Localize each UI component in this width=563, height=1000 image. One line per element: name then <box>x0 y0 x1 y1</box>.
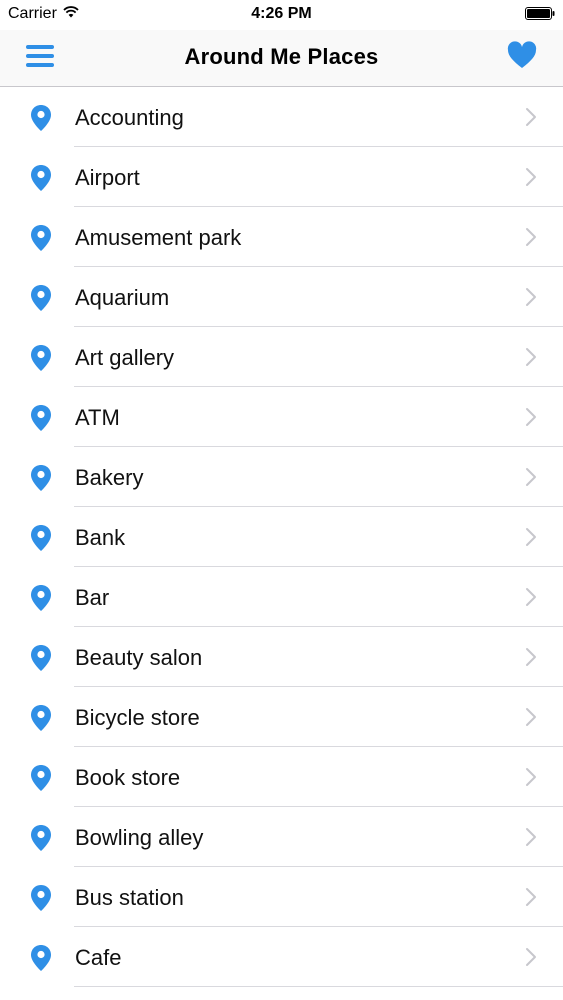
status-time: 4:26 PM <box>251 5 312 22</box>
map-pin-icon <box>30 644 52 672</box>
list-item[interactable]: Aquarium <box>0 267 563 327</box>
chevron-right-icon <box>525 707 537 727</box>
list-item[interactable]: Beauty salon <box>0 627 563 687</box>
heart-icon <box>507 41 537 68</box>
list-item[interactable]: Bus station <box>0 867 563 927</box>
map-pin-icon <box>30 104 52 132</box>
list-item[interactable]: Bowling alley <box>0 807 563 867</box>
list-item[interactable]: ATM <box>0 387 563 447</box>
chevron-right-icon <box>525 887 537 907</box>
list-item-label: ATM <box>75 405 120 430</box>
map-pin-icon <box>30 884 52 912</box>
map-pin-icon <box>30 164 52 192</box>
list-item-label: Bus station <box>75 885 184 910</box>
chevron-right-icon <box>525 167 537 187</box>
map-pin-icon <box>30 824 52 852</box>
chevron-right-icon <box>525 347 537 367</box>
list-item-label: Beauty salon <box>75 645 203 670</box>
places-list: Accounting Airport Amusement park Aquari… <box>0 87 563 987</box>
list-item-label: Bicycle store <box>75 705 200 730</box>
list-item-label: Airport <box>75 165 140 190</box>
map-pin-icon <box>30 224 52 252</box>
chevron-right-icon <box>525 467 537 487</box>
list-item-label: Bank <box>75 525 126 550</box>
list-item-label: Bar <box>75 585 110 610</box>
map-pin-icon <box>30 404 52 432</box>
chevron-right-icon <box>525 647 537 667</box>
map-pin-icon <box>30 524 52 552</box>
list-item[interactable]: Bank <box>0 507 563 567</box>
map-pin-icon <box>30 764 52 792</box>
list-item[interactable]: Airport <box>0 147 563 207</box>
list-item[interactable]: Book store <box>0 747 563 807</box>
chevron-right-icon <box>525 767 537 787</box>
list-item-label: Book store <box>75 765 181 790</box>
list-item-label: Bakery <box>75 465 144 490</box>
chevron-right-icon <box>525 407 537 427</box>
chevron-right-icon <box>525 827 537 847</box>
list-item-label: Art gallery <box>75 345 175 370</box>
map-pin-icon <box>30 284 52 312</box>
chevron-right-icon <box>525 227 537 247</box>
list-item[interactable]: Bicycle store <box>0 687 563 747</box>
list-item-label: Bowling alley <box>75 825 204 850</box>
map-pin-icon <box>30 704 52 732</box>
list-item-label: Cafe <box>75 945 122 970</box>
list-item-label: Aquarium <box>75 285 170 310</box>
chevron-right-icon <box>525 527 537 547</box>
page-title: Around Me Places <box>184 44 379 69</box>
battery-icon <box>525 7 555 20</box>
favorites-button[interactable] <box>507 41 537 71</box>
list-item[interactable]: Amusement park <box>0 207 563 267</box>
map-pin-icon <box>30 944 52 972</box>
navigation-bar: Around Me Places <box>0 30 563 87</box>
list-item[interactable]: Art gallery <box>0 327 563 387</box>
list-item-label: Amusement park <box>75 225 242 250</box>
chevron-right-icon <box>525 287 537 307</box>
list-item[interactable]: Bakery <box>0 447 563 507</box>
chevron-right-icon <box>525 947 537 967</box>
list-item[interactable]: Bar <box>0 567 563 627</box>
list-item-label: Accounting <box>75 105 184 130</box>
chevron-right-icon <box>525 107 537 127</box>
list-item[interactable]: Accounting <box>0 87 563 147</box>
map-pin-icon <box>30 584 52 612</box>
status-bar: Carrier 4:26 PM <box>0 0 563 30</box>
list-item[interactable]: Cafe <box>0 927 563 987</box>
chevron-right-icon <box>525 587 537 607</box>
map-pin-icon <box>30 464 52 492</box>
map-pin-icon <box>30 344 52 372</box>
